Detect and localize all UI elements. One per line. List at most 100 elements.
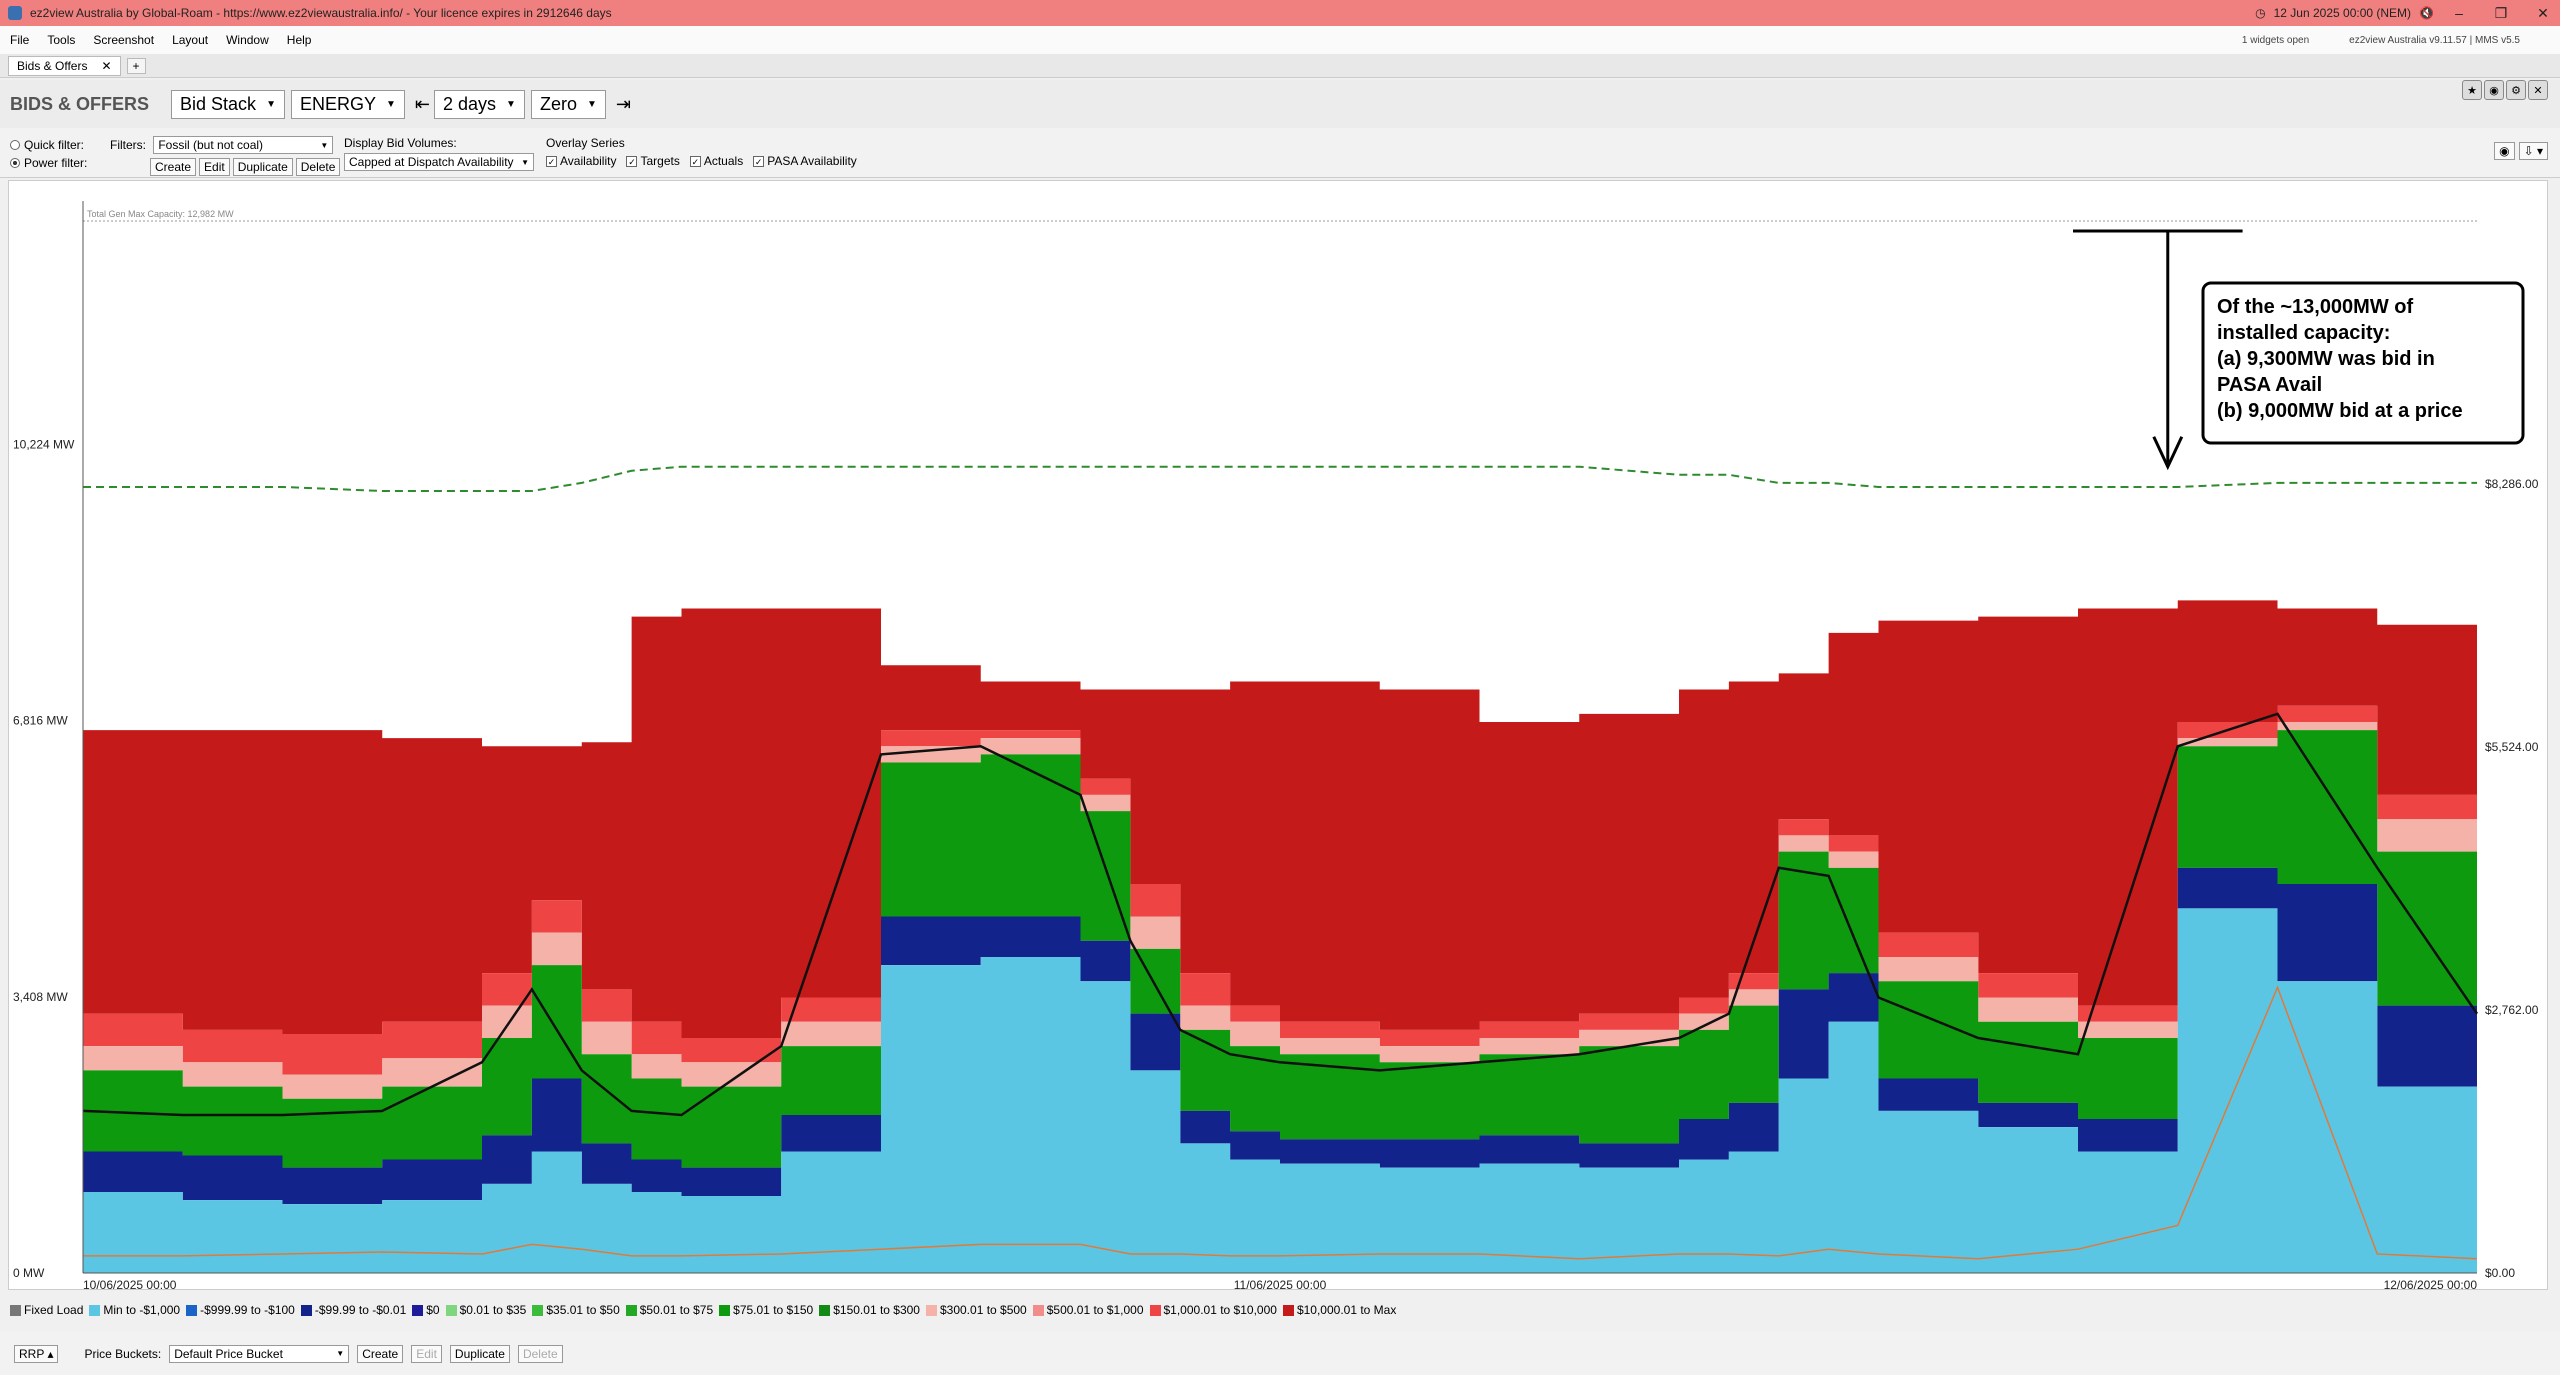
legend-item: $1,000.01 to $10,000 [1149, 1303, 1277, 1317]
price-bucket-select[interactable]: Default Price Bucket ▼ [169, 1344, 350, 1363]
menu-window[interactable]: Window [226, 33, 269, 47]
legend-item: $0 [412, 1303, 440, 1317]
close-icon[interactable]: ✕ [101, 59, 111, 73]
zero-select[interactable]: Zero ▼ [530, 89, 606, 119]
clock-text[interactable]: 12 Jun 2025 00:00 (NEM) [2274, 6, 2411, 20]
menu-help[interactable]: Help [287, 33, 312, 47]
legend-swatch [625, 1304, 637, 1316]
bucket-duplicate-button[interactable]: Duplicate [449, 1344, 510, 1363]
legend-item: -$999.99 to -$100 [186, 1303, 295, 1317]
chart-svg: Total Gen Max Capacity: 12,982 MW 0 MW 3,4… [13, 201, 2539, 1292]
pasa-availability-series [83, 465, 2477, 493]
legend-label: $150.01 to $300 [833, 1303, 920, 1317]
type-select[interactable]: ENERGY ▼ [290, 89, 405, 119]
annotation-text: (a) 9,300MW was bid in [2217, 348, 2435, 370]
skip-forward-icon[interactable]: ⇥ [616, 94, 631, 115]
chevron-down-icon: ▼ [521, 157, 529, 167]
mute-icon[interactable]: 🔇 [2419, 6, 2434, 20]
chevron-down-icon: ▼ [266, 98, 276, 110]
actuals-checkbox[interactable]: ✓ Actuals [689, 154, 744, 168]
checkbox-box: ✓ [546, 155, 557, 167]
chevron-down-icon: ▼ [336, 1349, 345, 1358]
checkbox-label: Availability [560, 154, 617, 168]
y2-tick-label: $5,524.00 [2485, 740, 2539, 754]
legend-label: $35.01 to $50 [546, 1303, 620, 1317]
checkbox-label: Targets [640, 154, 680, 168]
y2-tick-label: $8,286.00 [2485, 477, 2539, 491]
annotation-text: Of the ~13,000MW of [2217, 296, 2413, 318]
skip-back-icon[interactable]: ⇤ [415, 94, 430, 115]
legend-item: $500.01 to $1,000 [1032, 1303, 1144, 1317]
radio-dot [10, 140, 20, 150]
x-tick-label: 11/06/2025 00:00 [1234, 1278, 1327, 1291]
camera-icon[interactable]: ◉ [2484, 80, 2504, 100]
menu-tools[interactable]: Tools [47, 33, 75, 47]
view-select[interactable]: Bid Stack ▼ [171, 89, 285, 119]
menu-file[interactable]: File [10, 33, 29, 47]
filter-duplicate-button[interactable]: Duplicate [232, 158, 293, 176]
checkbox-box: ✓ [689, 155, 701, 167]
star-icon[interactable]: ★ [2462, 80, 2482, 100]
annotation-text: (b) 9,000MW bid at a price [2217, 400, 2463, 422]
chevron-down-icon: ▼ [586, 98, 597, 110]
filter-delete-button[interactable]: Delete [295, 158, 341, 176]
period-select[interactable]: 2 days ▼ [434, 89, 525, 119]
maximize-button[interactable]: ❐ [2484, 5, 2518, 22]
checkbox-label: PASA Availability [767, 154, 857, 168]
checkbox-box: ✓ [626, 155, 638, 167]
legend-swatch [819, 1304, 831, 1316]
export-button[interactable]: ⇩ ▾ [2518, 142, 2548, 160]
close-button[interactable]: ✕ [2526, 5, 2560, 22]
power-filter-radio[interactable]: Power filter: [10, 156, 87, 170]
gear-icon[interactable]: ⚙ [2506, 80, 2526, 100]
bucket-delete-button[interactable]: Delete [517, 1344, 563, 1363]
quick-filter-radio[interactable]: Quick filter: [10, 138, 87, 152]
widget-tools: ★ ◉ ⚙ ✕ [2462, 80, 2548, 100]
legend-swatch [186, 1304, 198, 1316]
legend-swatch [719, 1304, 731, 1316]
annotation-text: installed capacity: [2217, 322, 2390, 344]
legend-item: $0.01 to $35 [445, 1303, 526, 1317]
snapshot-button[interactable]: ◉ [2494, 142, 2515, 160]
availability-checkbox[interactable]: ✓ Availability [546, 154, 616, 168]
filter-bar: Quick filter: Power filter: Filters: Fos… [0, 128, 2560, 178]
x-tick-label: 10/06/2025 00:00 [83, 1278, 177, 1291]
filter-edit-button[interactable]: Edit [199, 158, 230, 176]
legend-item: Fixed Load [10, 1303, 83, 1317]
filter-create-button[interactable]: Create [150, 158, 197, 176]
display-volumes-select[interactable]: Capped at Dispatch Availability ▼ [344, 153, 534, 171]
legend-swatch [1149, 1304, 1161, 1316]
y2-tick-label: $2,762.00 [2485, 1003, 2539, 1017]
legend-swatch [10, 1304, 21, 1316]
app-icon [8, 6, 22, 20]
rrp-select[interactable]: RRP ▴ [14, 1344, 59, 1363]
bucket-create-button[interactable]: Create [357, 1344, 404, 1363]
legend-swatch [532, 1304, 544, 1316]
menu-screenshot[interactable]: Screenshot [93, 33, 154, 47]
legend-label: Min to -$1,000 [103, 1303, 181, 1317]
type-select-value: ENERGY [299, 93, 376, 114]
legend-item: $10,000.01 to Max [1282, 1303, 1396, 1317]
menu-layout[interactable]: Layout [172, 33, 208, 47]
zero-select-value: Zero [539, 93, 577, 114]
add-tab-button[interactable]: + [126, 57, 146, 74]
widget-toolbar: BIDS & OFFERS Bid Stack ▼ ENERGY ▼ ⇤ 2 day… [0, 80, 2560, 128]
close-icon[interactable]: ✕ [2528, 80, 2548, 100]
legend-label: -$999.99 to -$100 [200, 1303, 295, 1317]
legend-label: Fixed Load [24, 1303, 84, 1317]
legend-item: $150.01 to $300 [819, 1303, 920, 1317]
tab-label: Bids & Offers [17, 58, 88, 73]
window-title: ez2view Australia by Global-Roam - https… [30, 6, 612, 20]
targets-checkbox[interactable]: ✓ Targets [626, 154, 680, 168]
quick-filter-label: Quick filter: [24, 138, 85, 152]
filter-select[interactable]: Fossil (but not coal) ▼ [153, 136, 334, 154]
chevron-down-icon: ▼ [506, 98, 516, 110]
checkbox-label: Actuals [703, 154, 744, 168]
bucket-edit-button[interactable]: Edit [411, 1344, 442, 1363]
filter-select-value: Fossil (but not coal) [158, 138, 264, 152]
minimize-button[interactable]: – [2442, 5, 2476, 21]
pasa-availability-checkbox[interactable]: ✓ PASA Availability [753, 154, 857, 168]
checkbox-box: ✓ [753, 155, 765, 167]
rrp-label: RRP [19, 1346, 45, 1361]
tab-bids-offers[interactable]: Bids & Offers ✕ [8, 55, 121, 76]
